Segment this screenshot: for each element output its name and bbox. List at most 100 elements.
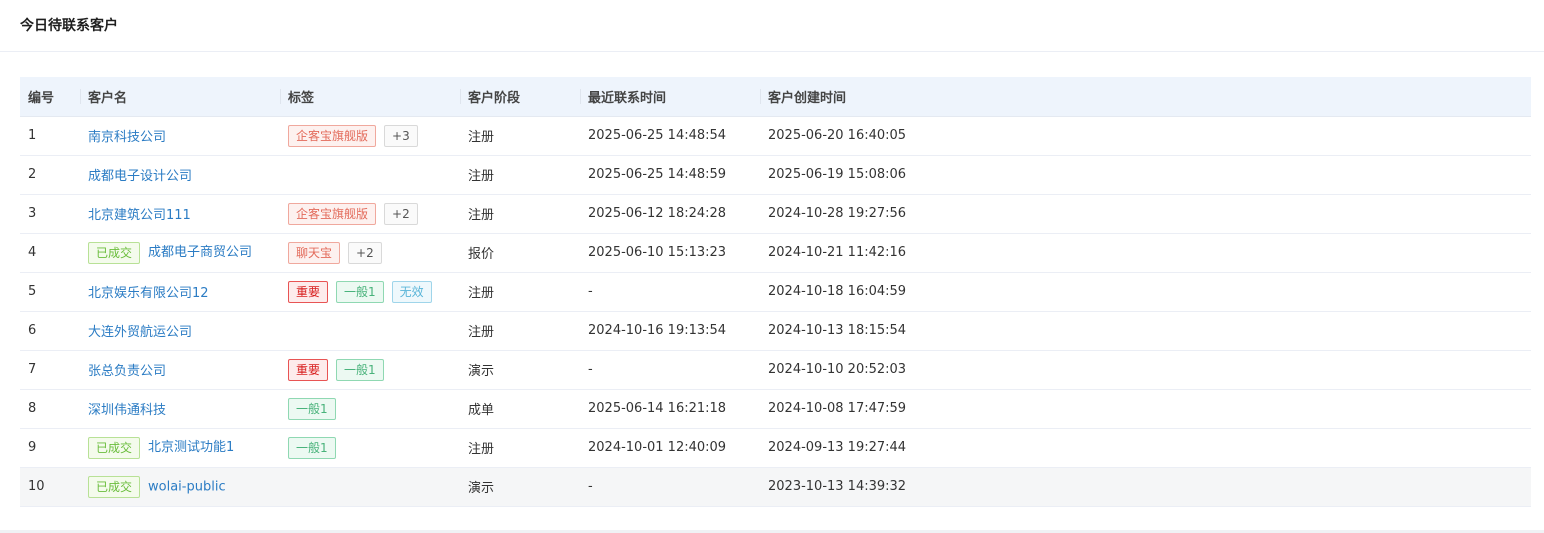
customer-tag: 一般1 xyxy=(288,397,336,420)
cell-id: 3 xyxy=(28,206,37,221)
table-row[interactable]: 1 南京科技公司 企客宝旗舰版 +3 注册 2025-06-25 14:48:54 2025… xyxy=(20,116,1531,155)
cell-stage: 演示 xyxy=(468,481,495,496)
cell-customer-name: 张总负责公司 xyxy=(80,350,280,389)
cell-id: 1 xyxy=(28,128,37,143)
customer-tag: 一般1 xyxy=(336,280,384,303)
cell-id: 10 xyxy=(28,479,45,494)
deal-status-badge: 已成交 xyxy=(88,475,141,498)
cell-created: 2024-10-18 16:04:59 xyxy=(768,284,907,299)
customer-table: 编号 客户名 标签 客户阶段 最近联系时间 客户创建时间 1 南京科技公司 企客宝旗… xyxy=(20,77,1531,507)
column-header-stage: 客户阶段 xyxy=(460,77,580,117)
table-row[interactable]: 7 张总负责公司 重要 一般1 演示 - 2024-10-10 20:52:03 xyxy=(20,350,1531,389)
cell-tags: 重要 一般1 无效 xyxy=(280,272,460,311)
cell-id: 7 xyxy=(28,362,37,377)
cell-id: 5 xyxy=(28,284,37,299)
customer-name-link[interactable]: 北京测试功能1 xyxy=(148,440,234,455)
cell-tags: 聊天宝 +2 xyxy=(280,233,460,272)
cell-customer-name: 大连外贸航运公司 xyxy=(80,311,280,350)
table-row[interactable]: 3 北京建筑公司111 企客宝旗舰版 +2 注册 2025-06-12 18:24:28 2… xyxy=(20,194,1531,233)
table-row[interactable]: 8 深圳伟通科技 一般1 成单 2025-06-14 16:21:18 2024-10-0… xyxy=(20,389,1531,428)
table-row[interactable]: 2 成都电子设计公司 注册 2025-06-25 14:48:59 2025-06-19… xyxy=(20,155,1531,194)
customer-name-link[interactable]: 张总负责公司 xyxy=(88,364,166,379)
cell-created: 2025-06-20 16:40:05 xyxy=(768,128,907,143)
customer-tag: 重要 xyxy=(288,280,329,303)
cell-id: 2 xyxy=(28,167,37,182)
cell-last-contact: 2025-06-10 15:13:23 xyxy=(588,245,727,260)
customer-tag: 一般1 xyxy=(288,436,336,459)
table-body: 1 南京科技公司 企客宝旗舰版 +3 注册 2025-06-25 14:48:54 2025… xyxy=(20,116,1531,506)
cell-id: 9 xyxy=(28,440,37,455)
table-row[interactable]: 10 已成交 wolai-public 演示 - 2023-10-13 14:39:32 xyxy=(20,467,1531,506)
table-header-row: 编号 客户名 标签 客户阶段 最近联系时间 客户创建时间 xyxy=(20,77,1531,117)
customer-name-link[interactable]: 深圳伟通科技 xyxy=(88,403,166,418)
cell-tags: 一般1 xyxy=(280,389,460,428)
cell-tags xyxy=(280,311,460,350)
table-row[interactable]: 4 已成交 成都电子商贸公司 聊天宝 +2 报价 2025-06-10 15:13:23 20… xyxy=(20,233,1531,272)
customer-tag: 一般1 xyxy=(336,358,384,381)
more-tags-button[interactable]: +2 xyxy=(348,241,382,264)
cell-stage: 注册 xyxy=(468,130,495,145)
cell-stage: 报价 xyxy=(468,247,495,262)
cell-created: 2025-06-19 15:08:06 xyxy=(768,167,907,182)
cell-tags: 一般1 xyxy=(280,428,460,467)
cell-last-contact: 2025-06-14 16:21:18 xyxy=(588,401,727,416)
cell-last-contact: - xyxy=(588,284,593,299)
customer-name-link[interactable]: 北京建筑公司111 xyxy=(88,208,191,223)
column-header-id: 编号 xyxy=(20,77,80,117)
cell-stage: 注册 xyxy=(468,325,495,340)
cell-tags: 重要 一般1 xyxy=(280,350,460,389)
cell-created: 2024-09-13 19:27:44 xyxy=(768,440,907,455)
customer-tag: 重要 xyxy=(288,358,329,381)
cell-last-contact: 2025-06-12 18:24:28 xyxy=(588,206,727,221)
cell-customer-name: 已成交 成都电子商贸公司 xyxy=(80,233,280,272)
cell-created: 2024-10-21 11:42:16 xyxy=(768,245,907,260)
cell-created: 2023-10-13 14:39:32 xyxy=(768,479,907,494)
cell-created: 2024-10-08 17:47:59 xyxy=(768,401,907,416)
cell-last-contact: 2024-10-01 12:40:09 xyxy=(588,440,727,455)
cell-last-contact: - xyxy=(588,362,593,377)
today-contacts-panel: 今日待联系客户 编号 客户名 标签 客户阶段 最近联系时间 客户创建时间 1 南… xyxy=(0,0,1544,533)
customer-name-link[interactable]: 成都电子商贸公司 xyxy=(148,245,252,260)
table-row[interactable]: 9 已成交 北京测试功能1 一般1 注册 2024-10-01 12:40:09 2024-… xyxy=(20,428,1531,467)
cell-tags: 企客宝旗舰版 +3 xyxy=(280,116,460,155)
customer-name-link[interactable]: 北京娱乐有限公司12 xyxy=(88,286,209,301)
cell-customer-name: 成都电子设计公司 xyxy=(80,155,280,194)
deal-status-badge: 已成交 xyxy=(88,241,141,264)
cell-stage: 注册 xyxy=(468,169,495,184)
cell-created: 2024-10-28 19:27:56 xyxy=(768,206,907,221)
cell-tags: 企客宝旗舰版 +2 xyxy=(280,194,460,233)
more-tags-button[interactable]: +3 xyxy=(384,124,418,147)
column-header-tags: 标签 xyxy=(280,77,460,117)
customer-tag: 无效 xyxy=(391,280,432,303)
cell-stage: 注册 xyxy=(468,208,495,223)
customer-name-link[interactable]: 大连外贸航运公司 xyxy=(88,325,192,340)
more-tags-button[interactable]: +2 xyxy=(384,202,418,225)
customer-tag: 企客宝旗舰版 xyxy=(288,202,377,225)
cell-id: 6 xyxy=(28,323,37,338)
panel-header: 今日待联系客户 xyxy=(0,0,1544,52)
cell-created: 2024-10-13 18:15:54 xyxy=(768,323,907,338)
table-row[interactable]: 6 大连外贸航运公司 注册 2024-10-16 19:13:54 2024-10-13… xyxy=(20,311,1531,350)
cell-tags xyxy=(280,155,460,194)
table-row[interactable]: 5 北京娱乐有限公司12 重要 一般1 无效 注册 - 2024-10-18 16:04:59 xyxy=(20,272,1531,311)
cell-customer-name: 已成交 北京测试功能1 xyxy=(80,428,280,467)
cell-last-contact: 2025-06-25 14:48:59 xyxy=(588,167,727,182)
customer-tag: 聊天宝 xyxy=(288,241,341,264)
customer-name-link[interactable]: 南京科技公司 xyxy=(88,130,166,145)
customer-table-wrap: 编号 客户名 标签 客户阶段 最近联系时间 客户创建时间 1 南京科技公司 企客宝旗… xyxy=(20,77,1531,507)
cell-last-contact: - xyxy=(588,479,593,494)
customer-name-link[interactable]: 成都电子设计公司 xyxy=(88,169,192,184)
customer-tag: 企客宝旗舰版 xyxy=(288,124,377,147)
cell-stage: 注册 xyxy=(468,442,495,457)
customer-name-link[interactable]: wolai-public xyxy=(148,479,226,494)
column-header-last-contact: 最近联系时间 xyxy=(580,77,760,117)
column-header-created: 客户创建时间 xyxy=(760,77,1531,117)
cell-tags xyxy=(280,467,460,506)
cell-id: 4 xyxy=(28,245,37,260)
cell-customer-name: 南京科技公司 xyxy=(80,116,280,155)
cell-customer-name: 已成交 wolai-public xyxy=(80,467,280,506)
cell-stage: 成单 xyxy=(468,403,495,418)
deal-status-badge: 已成交 xyxy=(88,436,141,459)
cell-customer-name: 北京娱乐有限公司12 xyxy=(80,272,280,311)
cell-id: 8 xyxy=(28,401,37,416)
